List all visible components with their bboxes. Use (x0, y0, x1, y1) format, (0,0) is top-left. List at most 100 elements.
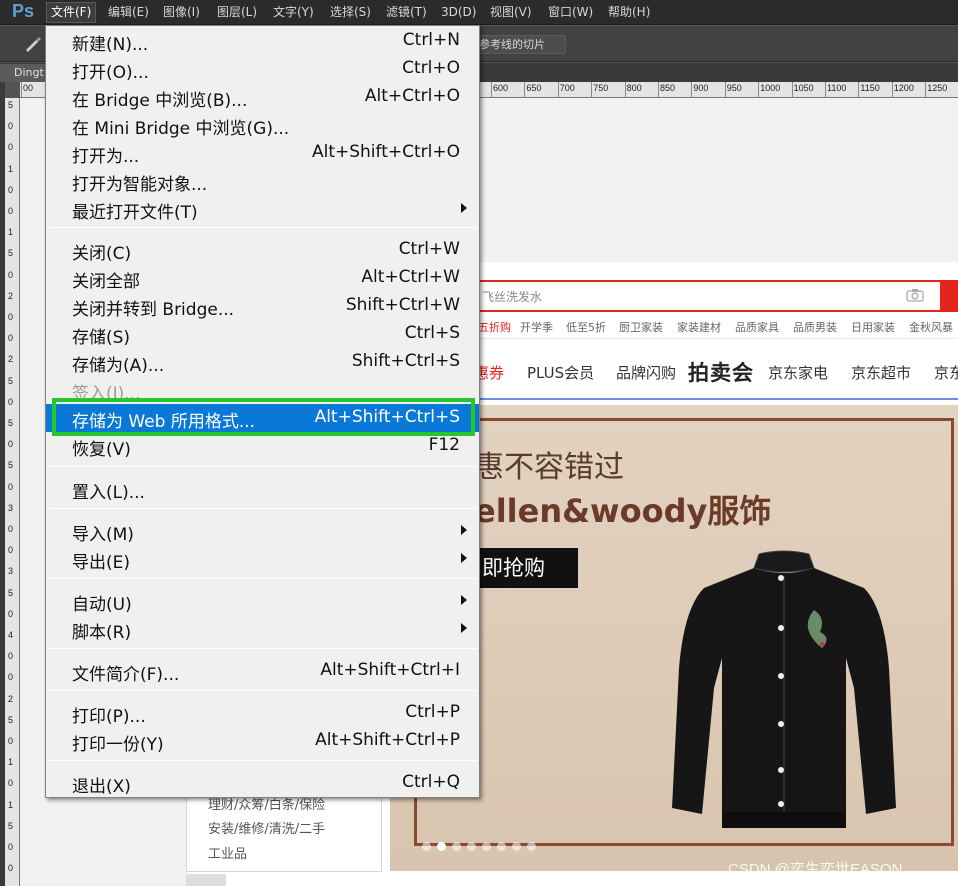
ruler-tick (524, 82, 526, 97)
annotation-highlight-box (52, 398, 475, 436)
ruler-label: 1 (8, 757, 14, 768)
ruler-label: 0 (8, 608, 14, 619)
ruler-label: 850 (660, 83, 676, 93)
menu-item-close-all[interactable]: 关闭全部 Alt+Ctrl+W (46, 264, 479, 292)
hotword[interactable]: 金秋风暴 (909, 319, 953, 335)
menu-item-revert[interactable]: 恢复(V) F12 (46, 432, 479, 460)
nav-item-appliances[interactable]: 京东家电 (768, 362, 828, 383)
menu-item-scripts[interactable]: 脚本(R) (46, 615, 479, 643)
menu-item-new[interactable]: 新建(N)... Ctrl+N (46, 27, 479, 55)
guide-line (480, 398, 958, 400)
ruler-tick (891, 82, 893, 97)
service-item[interactable]: 安装/维修/清洗/二手 (208, 818, 325, 837)
ruler-label: 0 (8, 545, 14, 556)
carousel-dot[interactable] (437, 842, 446, 851)
menu-item-print[interactable]: 打印(P)... Ctrl+P (46, 699, 479, 727)
menu-item-shortcut: Ctrl+W (398, 239, 460, 259)
camera-icon[interactable] (906, 288, 924, 302)
menu-item-shortcut: Shift+Ctrl+W (345, 295, 460, 315)
menu-item-recent-files[interactable]: 最近打开文件(T) (46, 195, 479, 223)
ruler-tick (925, 82, 927, 97)
ruler-label: 1150 (860, 83, 880, 93)
carousel-dot[interactable] (482, 842, 491, 851)
menu-select[interactable]: 选择(S) (330, 4, 371, 21)
menu-image[interactable]: 图像(I) (163, 4, 200, 21)
menu-item-import[interactable]: 导入(M) (46, 517, 479, 545)
carousel-dot[interactable] (467, 842, 476, 851)
menu-view[interactable]: 视图(V) (490, 4, 532, 21)
menu-separator (49, 578, 477, 579)
menu-item-label: 文件简介(F)... (72, 665, 180, 685)
nav-item-auction[interactable]: 拍卖会 (688, 357, 754, 387)
hotword[interactable]: 厨卫家装 (619, 319, 663, 335)
ruler-label: 2 (8, 693, 14, 704)
hotword[interactable]: 品质男装 (793, 319, 837, 335)
menu-separator (49, 508, 477, 509)
menu-window[interactable]: 窗口(W) (548, 4, 593, 21)
carousel-dot[interactable] (452, 842, 461, 851)
menu-item-close-go-bridge[interactable]: 关闭并转到 Bridge... Shift+Ctrl+W (46, 292, 479, 320)
menu-item-open[interactable]: 打开(O)... Ctrl+O (46, 55, 479, 83)
banner-cta-button[interactable]: 即抢购 (474, 548, 578, 588)
menu-item-automate[interactable]: 自动(U) (46, 587, 479, 615)
hotword[interactable]: 低至5折 (566, 319, 606, 335)
search-button[interactable] (940, 280, 958, 312)
ruler-label: 1 (8, 799, 14, 810)
carousel-dot[interactable] (422, 842, 431, 851)
brush-tool-icon[interactable] (22, 34, 44, 54)
menu-item-label: 最近打开文件(T) (72, 203, 198, 223)
menu-item-exit[interactable]: 退出(X) Ctrl+Q (46, 769, 479, 797)
submenu-arrow-icon (461, 203, 467, 213)
menu-item-shortcut: Ctrl+P (405, 702, 460, 722)
ruler-label: 0 (8, 481, 14, 492)
hotword[interactable]: 家装建材 (677, 319, 721, 335)
banner-title: 惠不容错过 (474, 450, 624, 485)
menu-type[interactable]: 文字(Y) (273, 4, 314, 21)
menu-item-export[interactable]: 导出(E) (46, 545, 479, 573)
ruler-label: 0 (8, 184, 14, 195)
menu-edit[interactable]: 编辑(E) (108, 4, 149, 21)
ruler-label: 0 (8, 651, 14, 662)
menu-item-print-one-copy[interactable]: 打印一份(Y) Alt+Shift+Ctrl+P (46, 727, 479, 755)
menu-separator (49, 648, 477, 649)
menu-item-file-info[interactable]: 文件简介(F)... Alt+Shift+Ctrl+I (46, 657, 479, 685)
ruler-label: 600 (493, 83, 509, 93)
hotword[interactable]: 日用家装 (851, 319, 895, 335)
menu-help[interactable]: 帮助(H) (608, 4, 650, 21)
carousel-dot[interactable] (527, 842, 536, 851)
menu-layer[interactable]: 图层(L) (217, 4, 257, 21)
search-input[interactable]: 飞丝洗发水 (460, 280, 942, 312)
menu-item-browse-mini-bridge[interactable]: 在 Mini Bridge 中浏览(G)... (46, 111, 479, 139)
menu-item-close[interactable]: 关闭(C) Ctrl+W (46, 236, 479, 264)
hotword[interactable]: 五折购 (478, 319, 511, 335)
nav-item-supermarket[interactable]: 京东超市 (851, 362, 911, 383)
menu-item-label: 打开为... (72, 147, 140, 167)
menu-item-browse-bridge[interactable]: 在 Bridge 中浏览(B)... Alt+Ctrl+O (46, 83, 479, 111)
menu-file[interactable]: 文件(F) (46, 2, 97, 23)
menu-item-label: 退出(X) (72, 777, 131, 797)
ruler-label: 3 (8, 502, 14, 513)
nav-item-plus[interactable]: PLUS会员 (527, 362, 594, 383)
ruler-label: 0 (8, 842, 14, 852)
service-item[interactable]: 工业品 (208, 843, 247, 862)
menu-item-save-as[interactable]: 存储为(A)... Shift+Ctrl+S (46, 348, 479, 376)
carousel-dot[interactable] (512, 842, 521, 851)
submenu-arrow-icon (461, 623, 467, 633)
hotword[interactable]: 品质家具 (735, 319, 779, 335)
menu-3d[interactable]: 3D(D) (441, 4, 476, 21)
menu-item-save[interactable]: 存储(S) Ctrl+S (46, 320, 479, 348)
menu-item-place[interactable]: 置入(L)... (46, 475, 479, 503)
ruler-label: 1100 (827, 83, 847, 93)
menu-filter[interactable]: 滤镜(T) (386, 4, 427, 21)
nav-item-flash-sale[interactable]: 品牌闪购 (616, 362, 676, 383)
document-tab[interactable]: Dingt (0, 64, 46, 82)
menu-item-shortcut: Ctrl+N (402, 30, 460, 50)
menu-item-label: 打印一份(Y) (72, 735, 164, 755)
menu-item-open-as[interactable]: 打开为... Alt+Shift+Ctrl+O (46, 139, 479, 167)
nav-item-more[interactable]: 京东 (934, 362, 958, 383)
menu-separator (49, 227, 477, 228)
vertical-ruler[interactable]: 5 0 0 1 0 0 1 5 0 2 0 0 2 5 0 5 0 5 0 3 0 0 3 5 0 4 0 0 2 5 0 1 0 1 5 0 0 (5, 98, 20, 886)
carousel-dot[interactable] (497, 842, 506, 851)
menu-item-open-smart-object[interactable]: 打开为智能对象... (46, 167, 479, 195)
hotword[interactable]: 开学季 (520, 319, 553, 335)
